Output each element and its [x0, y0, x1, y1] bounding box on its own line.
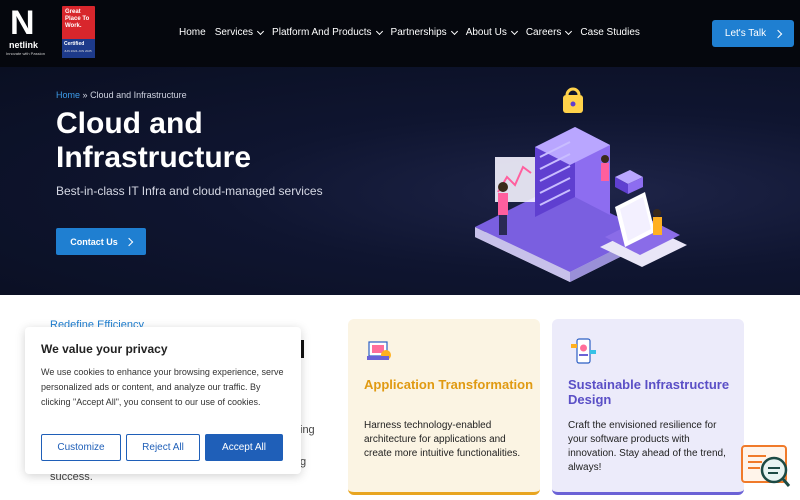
cookie-title: We value your privacy	[41, 342, 168, 356]
breadcrumb-current: Cloud and Infrastructure	[90, 90, 187, 100]
nav-careers[interactable]: Careers	[525, 27, 573, 38]
nav-platform-products[interactable]: Platform And Products	[272, 27, 383, 38]
nav-label: Home	[179, 27, 206, 38]
card-title: Sustainable Infrastructure Design	[568, 377, 730, 407]
nav-label: Case Studies	[580, 27, 640, 38]
nav-label: Platform And Products	[272, 27, 372, 38]
nav-label: Services	[214, 27, 254, 38]
logo-tagline: Innovate with Passion	[6, 51, 45, 56]
main-nav: Home Services Platform And Products Part…	[179, 27, 649, 38]
chevron-right-icon	[773, 29, 783, 38]
logo-mark: N	[10, 4, 35, 42]
contact-us-button[interactable]: Contact Us	[56, 228, 146, 255]
nav-about-us[interactable]: About Us	[465, 27, 518, 38]
chevron-down-icon	[565, 27, 573, 35]
customize-button[interactable]: Customize	[41, 434, 121, 461]
nav-case-studies[interactable]: Case Studies	[580, 27, 639, 38]
nav-label: About Us	[465, 27, 507, 38]
card-text: Craft the envisioned resilience for your…	[568, 420, 726, 473]
breadcrumb-home-link[interactable]: Home	[56, 90, 80, 100]
lets-talk-button[interactable]: Let's Talk	[712, 20, 794, 47]
service-card-sustainable-infrastructure[interactable]: Sustainable Infrastructure Design Craft …	[552, 319, 744, 495]
nav-label: Partnerships	[390, 27, 447, 38]
cookie-text: We use cookies to enhance your browsing …	[41, 367, 284, 407]
chat-support-icon[interactable]	[740, 444, 792, 490]
mobile-design-icon	[571, 338, 596, 364]
netlink-logo[interactable]: N netlink Innovate with Passion	[6, 6, 56, 58]
body-text-fragment: ing	[300, 424, 315, 436]
app-transformation-icon	[367, 341, 391, 360]
nav-label: Careers	[525, 27, 562, 38]
badge-certified: Certified JUN 2024-JUN 2025	[62, 39, 95, 58]
page-title: Cloud and Infrastructure	[56, 107, 252, 174]
breadcrumb: Home » Cloud and Infrastructure	[56, 90, 187, 100]
nav-home[interactable]: Home	[179, 27, 206, 38]
accept-all-button[interactable]: Accept All	[205, 434, 283, 461]
lets-talk-label: Let's Talk	[724, 28, 767, 39]
nav-services[interactable]: Services	[214, 27, 265, 38]
chevron-down-icon	[257, 27, 265, 35]
great-place-to-work-badge: Great Place To Work. Certified JUN 2024-…	[62, 6, 95, 58]
badge-text: Great Place To Work.	[65, 9, 90, 29]
cookie-consent-dialog: We value your privacy We use cookies to …	[25, 327, 301, 474]
chevron-down-icon	[375, 27, 383, 35]
cloud-infrastructure-illustration	[475, 87, 687, 282]
hero-section: Home » Cloud and Infrastructure Cloud an…	[0, 67, 800, 295]
badge-cert-date: JUN 2024-JUN 2025	[64, 49, 92, 53]
card-text: Harness technology-enabled architecture …	[364, 420, 521, 459]
badge-cert-label: Certified	[64, 41, 85, 47]
service-card-application-transformation[interactable]: Application Transformation Harness techn…	[348, 319, 540, 495]
contact-us-label: Contact Us	[70, 236, 118, 247]
hero-subtitle: Best-in-class IT Infra and cloud-managed…	[56, 184, 323, 198]
site-header: N netlink Innovate with Passion Great Pl…	[0, 0, 800, 67]
card-title: Application Transformation	[364, 377, 534, 392]
nav-partnerships[interactable]: Partnerships	[390, 27, 458, 38]
logo-name: netlink	[9, 40, 39, 50]
reject-all-button[interactable]: Reject All	[126, 434, 200, 461]
chevron-right-icon	[124, 237, 133, 246]
chevron-down-icon	[450, 27, 458, 35]
chevron-down-icon	[510, 27, 518, 35]
breadcrumb-separator: »	[82, 90, 88, 100]
